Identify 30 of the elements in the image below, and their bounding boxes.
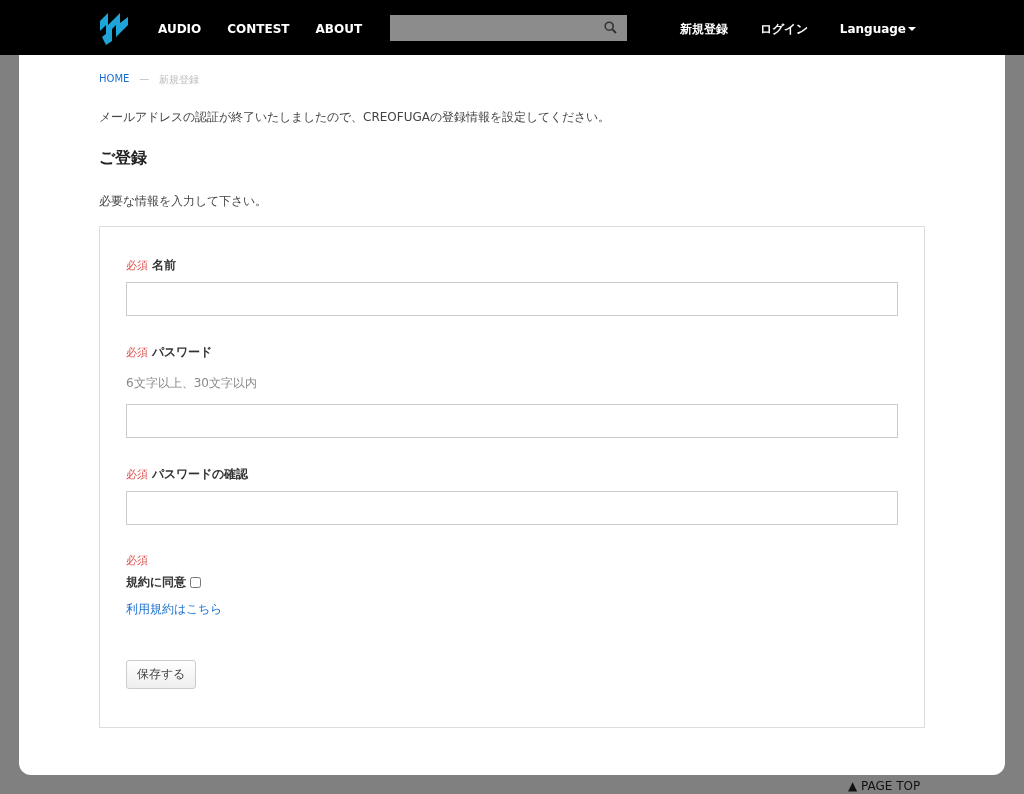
page-top-link[interactable]: ▲ PAGE TOP [848, 779, 921, 793]
page-title: ご登録 [99, 148, 148, 169]
breadcrumb-home-link[interactable]: HOME [99, 73, 130, 87]
header-link[interactable]: 新規登録 [679, 21, 728, 36]
input-field[interactable] [126, 491, 898, 525]
breadcrumb-separator: — [139, 73, 150, 86]
required-label: 必須 [126, 345, 148, 360]
field-label: パスワード [152, 344, 212, 361]
required-label: 必須 [126, 553, 149, 568]
nav-link[interactable]: CONTEST [227, 22, 290, 36]
agree-checkbox[interactable] [190, 577, 201, 588]
field-label: 名前 [152, 257, 176, 274]
header-link[interactable]: ログイン [759, 21, 808, 36]
caret-icon [908, 27, 916, 31]
nav-link[interactable]: ABOUT [315, 22, 363, 36]
input-field[interactable] [126, 404, 898, 438]
save-button[interactable]: 保存する [126, 660, 196, 689]
nav-link[interactable]: AUDIO [158, 22, 202, 36]
field-label: パスワードの確認 [152, 466, 248, 483]
terms-link[interactable]: 利用規約はこちら [126, 602, 222, 616]
input-field[interactable] [126, 282, 898, 316]
field-hint: 6文字以上、30文字以内 [126, 375, 258, 392]
language-menu[interactable]: Language [839, 21, 916, 36]
instruction-text: 必要な情報を入力して下さい。 [99, 193, 268, 210]
search-field[interactable] [390, 14, 628, 41]
search-icon[interactable] [604, 21, 618, 34]
required-label: 必須 [126, 258, 148, 273]
field-label: 規約に同意 [126, 574, 186, 591]
required-label: 必須 [126, 467, 148, 482]
intro-text: メールアドレスの認証が終了いたしましたので、CREOFUGAの登録情報を設定してください。 [99, 109, 611, 126]
